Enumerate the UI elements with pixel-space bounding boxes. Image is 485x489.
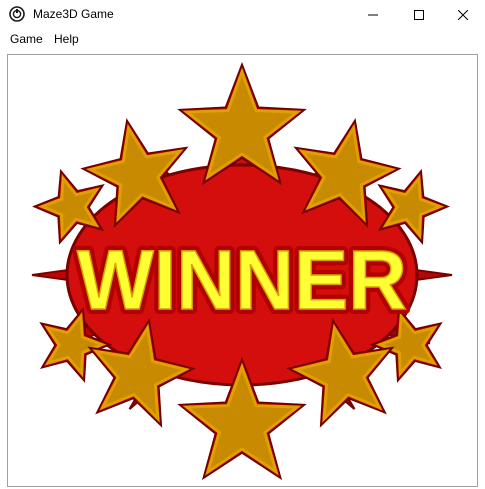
title-bar[interactable]: Maze3D Game bbox=[0, 0, 485, 29]
menu-game[interactable]: Game bbox=[8, 31, 45, 47]
game-canvas[interactable]: WINNER WINNER bbox=[7, 54, 478, 487]
winner-banner: WINNER WINNER bbox=[72, 228, 412, 332]
close-icon bbox=[458, 9, 468, 20]
maximize-button[interactable] bbox=[396, 0, 442, 29]
menu-help[interactable]: Help bbox=[52, 31, 81, 47]
winner-text: WINNER bbox=[77, 233, 407, 327]
minimize-icon bbox=[368, 10, 378, 20]
winner-image: WINNER WINNER bbox=[31, 61, 453, 481]
maze3d-app-icon[interactable] bbox=[9, 6, 25, 22]
maximize-icon bbox=[414, 9, 424, 20]
minimize-button[interactable] bbox=[350, 0, 396, 29]
window-title: Maze3D Game bbox=[33, 7, 114, 21]
close-button[interactable] bbox=[440, 0, 485, 29]
menu-bar: Game Help bbox=[0, 29, 485, 49]
